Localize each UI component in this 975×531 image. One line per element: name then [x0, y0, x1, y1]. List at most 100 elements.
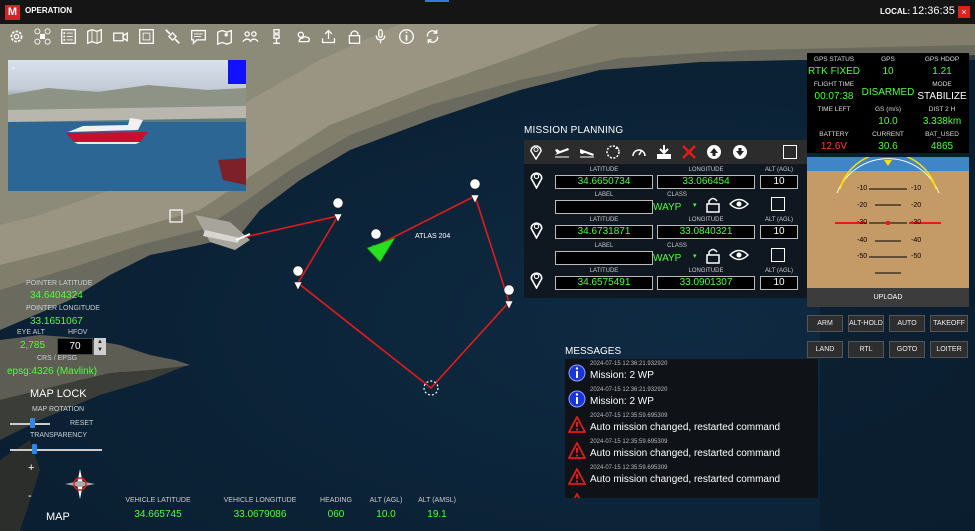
wp1-checkbox[interactable]	[771, 197, 785, 211]
chat-icon[interactable]	[188, 26, 209, 47]
pointer-lon-label: POINTER LONGITUDE	[26, 305, 100, 312]
pointer-lon-value: 33.1651067	[30, 316, 83, 327]
loiter-icon[interactable]	[604, 143, 622, 161]
alt-hold-button[interactable]: ALT-HOLD	[848, 315, 884, 332]
antenna-icon[interactable]	[266, 26, 287, 47]
map-rotation-slider[interactable]	[30, 418, 35, 428]
wp1-class-select[interactable]: WAYP	[653, 202, 681, 213]
armed-state: DISARMED	[861, 87, 915, 98]
camera-icon[interactable]	[110, 26, 131, 47]
warning-icon	[568, 442, 586, 459]
waypoint-3-pin-icon	[530, 272, 543, 289]
zoom-out-button[interactable]: -	[28, 490, 32, 502]
wp3-alt-input[interactable]: 10	[760, 276, 798, 290]
wp3-alt-header: ALT (AGL)	[764, 268, 794, 274]
arm-button[interactable]: ARM	[807, 315, 843, 332]
info-icon[interactable]	[396, 26, 417, 47]
takeoff-icon[interactable]	[553, 143, 571, 161]
mode-value: STABILIZE	[917, 91, 967, 102]
group-icon[interactable]	[240, 26, 261, 47]
message-time: 2024-07-15 12:35:59.695309	[590, 465, 668, 471]
close-button[interactable]: ×	[958, 6, 970, 18]
camera-indicator	[228, 60, 246, 84]
takeoff-button[interactable]: TAKEOFF	[930, 315, 968, 332]
hfov-stepper[interactable]: ▲ ▼	[94, 338, 106, 355]
wp1-lat-input[interactable]: 34.6650734	[555, 175, 653, 189]
wp3-lat-input[interactable]: 34.6575491	[555, 276, 653, 290]
attitude-indicator: -10 -10 -20 -20 -30 -30 -40 -40 -50 -50	[807, 157, 969, 288]
upload-icon[interactable]	[318, 26, 339, 47]
speed-icon[interactable]	[630, 143, 648, 161]
map-icon[interactable]	[84, 26, 105, 47]
dist-home-label: DIST 2 H	[928, 106, 956, 113]
gear-icon[interactable]	[6, 26, 27, 47]
wp1-lon-input[interactable]: 33.066454	[657, 175, 755, 189]
rtl-button[interactable]: RTL	[848, 341, 884, 358]
land-icon[interactable]	[578, 143, 596, 161]
wp2-lon-input[interactable]: 33.0840321	[657, 225, 755, 239]
auto-button[interactable]: AUTO	[889, 315, 925, 332]
message-text: Auto mission changed, restarted command	[590, 474, 781, 485]
audio-icon[interactable]	[370, 26, 391, 47]
drone-icon[interactable]	[32, 26, 53, 47]
upload-button[interactable]: UPLOAD	[807, 288, 969, 307]
goto-button[interactable]: GOTO	[889, 341, 925, 358]
checklist-icon[interactable]	[58, 26, 79, 47]
wp2-class-select[interactable]: WAYP	[653, 253, 681, 264]
pointer-lat-label: POINTER LATITUDE	[26, 280, 93, 287]
reset-button[interactable]: RESET	[70, 420, 93, 427]
move-down-icon[interactable]	[731, 143, 749, 161]
transparency-label: TRANSPARENCY	[30, 432, 88, 439]
compass-icon[interactable]	[64, 468, 96, 500]
map-pin-icon[interactable]	[527, 143, 545, 161]
satellite-icon[interactable]	[162, 26, 183, 47]
alt-amsl-label: ALT (AMSL)	[418, 497, 456, 504]
select-all-checkbox[interactable]	[783, 145, 797, 159]
wp2-lock-icon[interactable]	[705, 247, 721, 264]
messages-panel[interactable]: 2024-07-15 12:36:21.932920 Mission: 2 WP…	[565, 359, 818, 498]
transparency-slider[interactable]	[32, 444, 37, 454]
ground-speed-label: GS (m/s)	[875, 106, 901, 113]
crs-select[interactable]: epsg:4326 (Mavlink)	[7, 366, 97, 377]
wp2-lat-input[interactable]: 34.6731871	[555, 225, 653, 239]
ground-speed-value: 10.0	[878, 116, 898, 127]
wp1-lon-header: LONGITUDE	[688, 167, 724, 173]
camera-feed[interactable]: +	[8, 60, 246, 191]
chevron-down-icon[interactable]: ▾	[693, 252, 697, 260]
wp2-alt-input[interactable]: 10	[760, 225, 798, 239]
wp2-label-input[interactable]	[555, 251, 653, 265]
heading-label: HEADING	[320, 497, 352, 504]
loiter-button[interactable]: LOITER	[930, 341, 968, 358]
wp2-checkbox[interactable]	[771, 248, 785, 262]
mission-planning-title: MISSION PLANNING	[524, 125, 624, 136]
wp1-alt-input[interactable]: 10	[760, 175, 798, 189]
wp1-lock-icon[interactable]	[705, 196, 721, 213]
dist-home-value: 3.338km	[922, 116, 962, 127]
wp1-visible-icon[interactable]	[729, 198, 749, 210]
wp2-class-header: CLASS	[667, 243, 687, 249]
main-toolbar	[6, 26, 443, 50]
wp1-lat-header: LATITUDE	[589, 167, 619, 173]
wp3-lon-input[interactable]: 33.0901307	[657, 276, 755, 290]
zoom-in-button[interactable]: +	[28, 462, 34, 474]
delete-icon[interactable]	[680, 143, 698, 161]
hdop-label: GPS HDOP	[924, 56, 960, 63]
wp1-label-input[interactable]	[555, 200, 653, 214]
weather-icon[interactable]	[292, 26, 313, 47]
download-icon[interactable]	[655, 143, 673, 161]
map-tab-label[interactable]: MAP	[46, 511, 70, 523]
message-time: 2024-07-15 12:36:21.932920	[590, 361, 668, 367]
sync-icon[interactable]	[422, 26, 443, 47]
map-pin-icon[interactable]	[214, 26, 235, 47]
flight-time-label: FLIGHT TIME	[813, 81, 855, 88]
frame-icon[interactable]	[136, 26, 157, 47]
wp1-alt-header: ALT (AGL)	[764, 167, 794, 173]
move-up-icon[interactable]	[705, 143, 723, 161]
hfov-input[interactable]: 70	[57, 338, 93, 355]
mode-label: MODE	[932, 81, 952, 88]
land-button[interactable]: LAND	[807, 341, 843, 358]
wp2-visible-icon[interactable]	[729, 249, 749, 261]
lock-icon[interactable]	[344, 26, 365, 47]
chevron-down-icon[interactable]: ▾	[693, 201, 697, 209]
map-lock-button[interactable]: MAP LOCK	[30, 388, 87, 400]
